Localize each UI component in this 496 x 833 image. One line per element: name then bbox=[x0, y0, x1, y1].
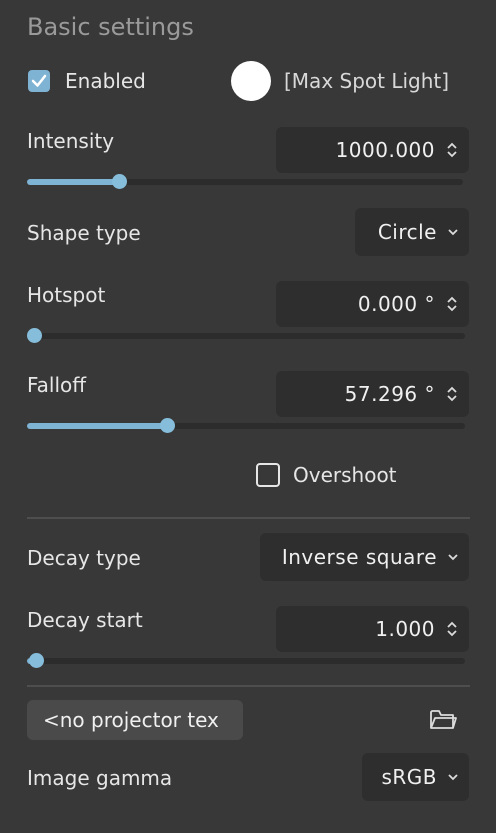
intensity-slider-fill bbox=[27, 179, 119, 185]
decay-start-field[interactable]: 1.000 bbox=[276, 606, 469, 652]
intensity-value: 1000.000 bbox=[335, 138, 435, 162]
decay-type-label: Decay type bbox=[27, 546, 141, 570]
chevron-up-icon[interactable] bbox=[446, 141, 458, 150]
falloff-label: Falloff bbox=[27, 373, 87, 397]
decay-start-slider[interactable] bbox=[27, 653, 465, 668]
projector-texture-label: <no projector tex bbox=[43, 708, 219, 732]
hotspot-value: 0.000 ° bbox=[357, 292, 435, 316]
divider bbox=[27, 517, 470, 519]
shape-type-value: Circle bbox=[377, 220, 437, 244]
chevron-down-icon bbox=[448, 554, 458, 561]
falloff-slider-handle[interactable] bbox=[160, 418, 176, 433]
intensity-slider-handle[interactable] bbox=[111, 174, 127, 189]
intensity-label: Intensity bbox=[27, 129, 115, 153]
enabled-checkbox[interactable] bbox=[28, 70, 50, 92]
shape-type-label: Shape type bbox=[27, 221, 141, 245]
chevron-up-icon[interactable] bbox=[446, 295, 458, 304]
enabled-label: Enabled bbox=[65, 69, 146, 93]
chevron-down-icon[interactable] bbox=[446, 150, 458, 159]
folder-icon[interactable] bbox=[429, 706, 457, 736]
section-title: Basic settings bbox=[27, 13, 194, 41]
image-gamma-value: sRGB bbox=[381, 765, 437, 789]
intensity-spinner[interactable] bbox=[445, 141, 459, 159]
hotspot-field[interactable]: 0.000 ° bbox=[276, 281, 469, 327]
chevron-down-icon[interactable] bbox=[446, 304, 458, 313]
falloff-slider-fill bbox=[27, 423, 168, 429]
image-gamma-label: Image gamma bbox=[27, 766, 173, 790]
decay-start-label: Decay start bbox=[27, 608, 143, 632]
overshoot-checkbox[interactable] bbox=[256, 463, 280, 487]
decay-start-spinner[interactable] bbox=[445, 620, 459, 638]
chevron-down-icon bbox=[448, 774, 458, 781]
decay-start-value: 1.000 bbox=[375, 617, 435, 641]
hotspot-spinner[interactable] bbox=[445, 295, 459, 313]
intensity-slider[interactable] bbox=[27, 174, 463, 189]
chevron-down-icon[interactable] bbox=[446, 394, 458, 403]
hotspot-slider-handle[interactable] bbox=[27, 328, 42, 343]
chevron-up-icon[interactable] bbox=[446, 385, 458, 394]
hotspot-label: Hotspot bbox=[27, 283, 106, 307]
decay-type-value: Inverse square bbox=[281, 545, 437, 569]
chevron-up-icon[interactable] bbox=[446, 620, 458, 629]
falloff-slider[interactable] bbox=[27, 418, 465, 433]
falloff-spinner[interactable] bbox=[445, 385, 459, 403]
overshoot-label: Overshoot bbox=[293, 463, 397, 487]
light-color-swatch[interactable] bbox=[231, 61, 271, 101]
check-icon bbox=[31, 74, 47, 87]
projector-texture-button[interactable]: <no projector tex bbox=[27, 700, 243, 740]
light-name: [Max Spot Light] bbox=[284, 69, 450, 93]
falloff-value: 57.296 ° bbox=[344, 382, 435, 406]
chevron-down-icon bbox=[448, 229, 458, 236]
image-gamma-dropdown[interactable]: sRGB bbox=[362, 753, 469, 801]
intensity-field[interactable]: 1000.000 bbox=[276, 127, 469, 173]
decay-start-slider-handle[interactable] bbox=[28, 653, 44, 668]
hotspot-slider[interactable] bbox=[27, 328, 465, 343]
falloff-field[interactable]: 57.296 ° bbox=[276, 371, 469, 417]
chevron-down-icon[interactable] bbox=[446, 629, 458, 638]
shape-type-dropdown[interactable]: Circle bbox=[355, 208, 469, 256]
divider bbox=[27, 685, 470, 687]
decay-type-dropdown[interactable]: Inverse square bbox=[260, 533, 469, 581]
